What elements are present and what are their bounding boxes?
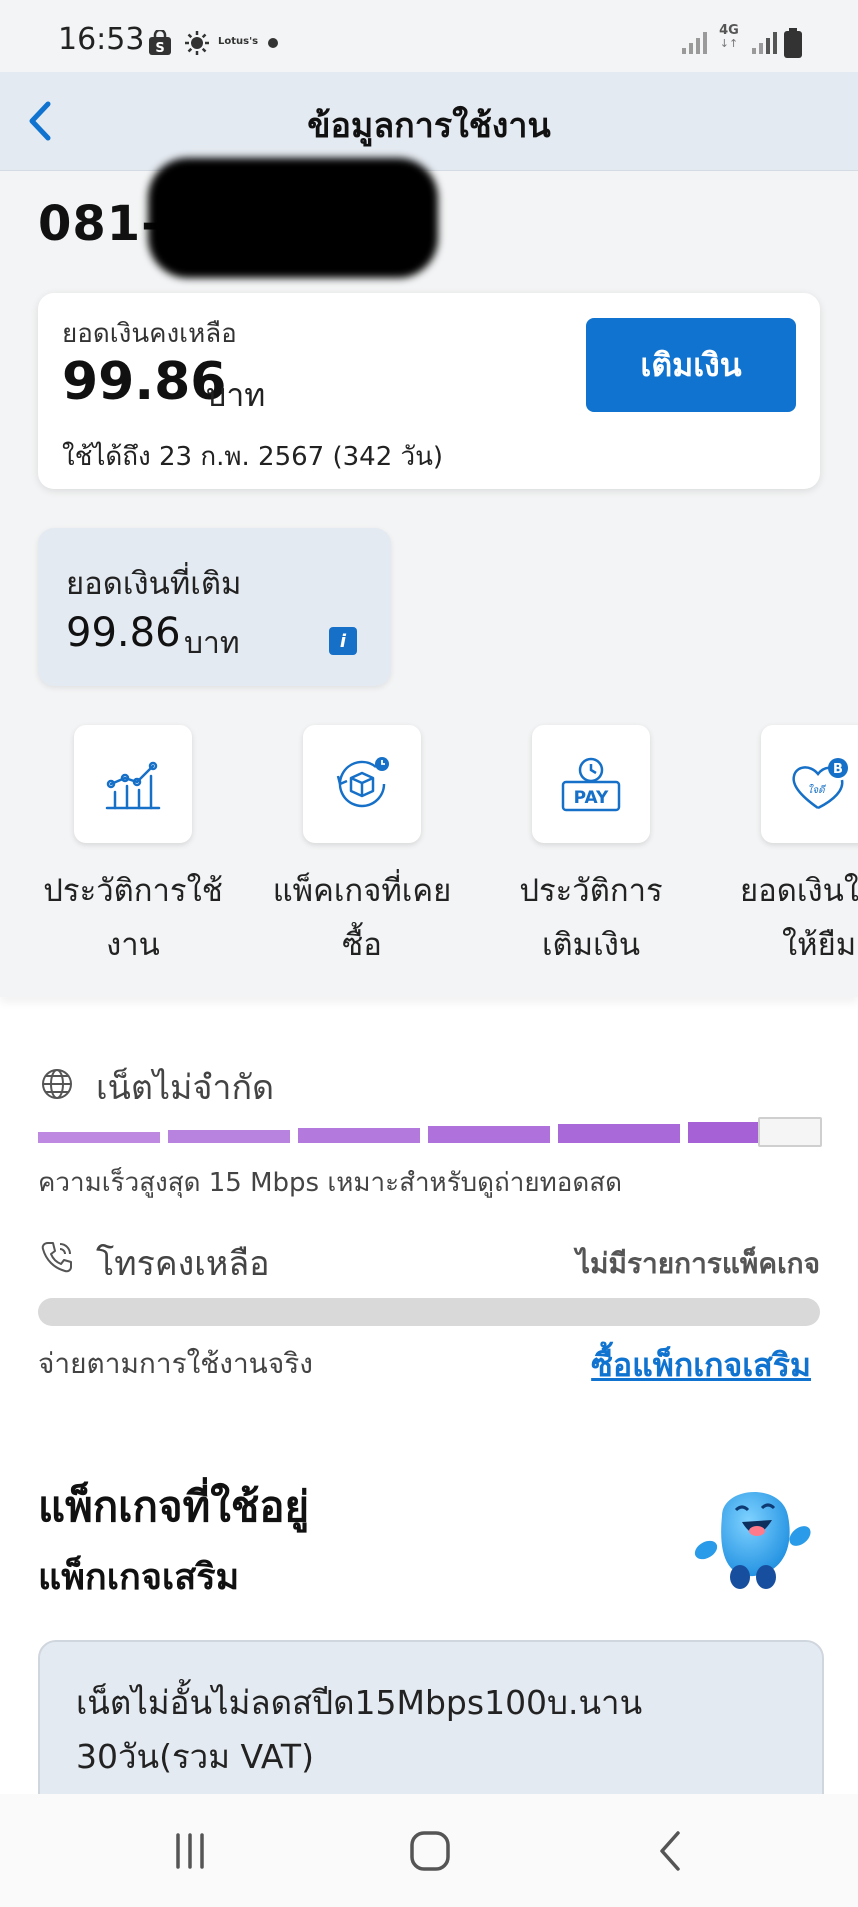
signal-icon <box>682 30 707 54</box>
svg-text:S: S <box>155 41 164 56</box>
usage-chart-icon <box>105 761 161 810</box>
shortcut-loan-balance[interactable]: B ใจดี <box>761 725 858 843</box>
pay-history-icon: PAY <box>561 757 621 812</box>
shortcut-topup-history-label: ประวัติการเติมเงิน <box>481 864 701 972</box>
internet-title: เน็ตไม่จำกัด <box>96 1068 275 1108</box>
recent-apps-button[interactable] <box>160 1826 220 1876</box>
shortcut-topup-history[interactable]: PAY <box>532 725 650 843</box>
label-line: ประวัติการ <box>519 873 663 909</box>
lotus-logo: Lotus's <box>218 36 259 47</box>
usage-bar-segment <box>298 1128 420 1143</box>
usage-bar-segment-empty <box>758 1117 822 1147</box>
topped-up-unit: บาท <box>184 626 240 661</box>
label-line: แพ็คเกจที่เคย <box>272 873 452 909</box>
shortcut-usage-history-label: ประวัติการใช้งาน <box>23 864 243 972</box>
usage-bar-segment <box>38 1132 160 1143</box>
signal-icon <box>752 30 777 54</box>
network-type-label: 4G <box>719 23 739 38</box>
topup-button[interactable]: เติมเงิน <box>586 318 796 412</box>
topped-up-label: ยอดเงินที่เติม <box>66 566 242 602</box>
shortcut-package-history[interactable] <box>303 725 421 843</box>
addon-packages-subtitle: แพ็กเกจเสริม <box>38 1557 240 1598</box>
speed-description: ความเร็วสูงสุด 15 Mbps เหมาะสำหรับดูถ่าย… <box>38 1168 623 1198</box>
home-button[interactable] <box>400 1826 460 1876</box>
shortcut-package-history-label: แพ็คเกจที่เคยซื้อ <box>252 864 472 972</box>
package-name: เน็ตไม่อั้นไม่ลดสปีด15Mbps100บ.นาน 30วัน… <box>76 1683 643 1776</box>
label-line: งาน <box>106 927 160 963</box>
usage-bar-segment <box>428 1126 550 1143</box>
usage-bar-segment <box>168 1130 290 1143</box>
battery-icon <box>784 28 802 62</box>
no-package-status: ไม่มีรายการแพ็คเกจ <box>575 1247 820 1280</box>
status-time: 16:53 <box>58 22 145 57</box>
label-line: ยอดเงินใ <box>740 873 858 909</box>
shortcut-loan-balance-label: ยอดเงินใให้ยืม <box>732 864 858 972</box>
balance-label: ยอดเงินคงเหลือ <box>62 319 237 349</box>
label-line: ประวัติการใช้ <box>43 873 223 909</box>
info-icon[interactable]: i <box>329 627 357 655</box>
balance-amount: 99.86 <box>62 352 227 412</box>
shopping-bag-icon: S <box>148 28 172 60</box>
pay-as-use-text: จ่ายตามการใช้งานจริง <box>38 1347 313 1380</box>
signal-4g-icon: 4G ↓↑ <box>717 24 741 50</box>
label-line: ให้ยืม <box>782 927 857 963</box>
phone-icon <box>40 1240 74 1278</box>
svg-text:PAY: PAY <box>574 788 609 808</box>
back-icon <box>660 1831 680 1871</box>
redacted-area <box>148 158 438 278</box>
page-title: ข้อมูลการใช้งาน <box>307 106 551 146</box>
svg-text:B: B <box>833 762 843 777</box>
home-icon <box>410 1831 450 1871</box>
label-line: เติมเงิน <box>541 927 641 963</box>
mascot-image <box>692 1476 814 1598</box>
globe-icon <box>40 1067 74 1105</box>
balance-expiry: ใช้ได้ถึง 23 ก.พ. 2567 (342 วัน) <box>62 436 443 477</box>
recent-apps-icon <box>176 1833 204 1869</box>
brightness-icon <box>184 30 210 60</box>
dot-icon <box>268 38 278 48</box>
usage-bar-segment <box>558 1124 680 1143</box>
balance-unit: บาท <box>206 376 266 414</box>
active-packages-title: แพ็กเกจที่ใช้อยู่ <box>38 1482 310 1531</box>
topped-up-amount: 99.86 <box>66 610 181 656</box>
package-history-icon <box>336 757 389 808</box>
back-nav-button[interactable] <box>640 1826 700 1876</box>
call-title: โทรคงเหลือ <box>96 1244 270 1284</box>
label-line: ซื้อ <box>342 927 382 963</box>
heart-baht-icon: B ใจดี <box>792 758 848 810</box>
phone-number: 081- <box>38 196 163 252</box>
call-usage-bar <box>38 1298 820 1326</box>
expiry-prefix: ใช้ได้ถึง <box>62 442 151 472</box>
expiry-value: 23 ก.พ. 2567 (342 วัน) <box>159 442 444 472</box>
shortcut-usage-history[interactable] <box>74 725 192 843</box>
heart-badge-text: ใจดี <box>807 784 826 796</box>
buy-addon-link[interactable]: ซื้อแพ็กเกจเสริม <box>591 1340 811 1391</box>
